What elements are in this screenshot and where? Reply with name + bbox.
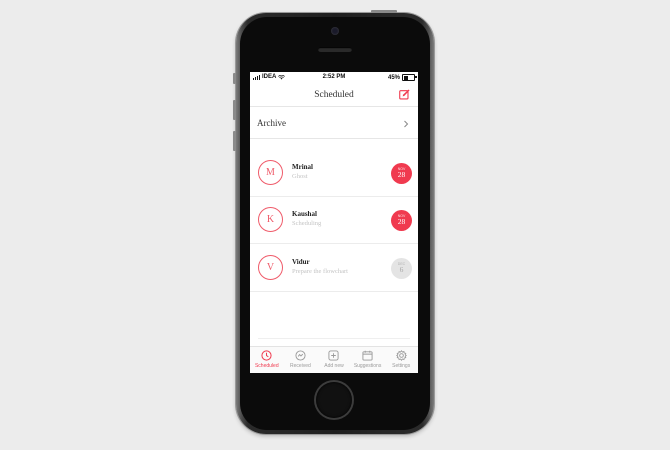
battery-status: 45%	[387, 74, 417, 81]
message-row[interactable]: V Vidur Prepare the flowchart DEC 6	[250, 245, 418, 292]
battery-icon	[402, 74, 417, 81]
tab-add-new[interactable]: Add new	[317, 347, 351, 373]
tab-label: Scheduled	[254, 363, 279, 369]
tab-suggestions[interactable]: Suggestions	[351, 347, 385, 373]
date-badge: NOV 28	[391, 163, 412, 184]
volume-down-button	[233, 131, 236, 151]
archive-label: Archive	[257, 118, 286, 128]
date-day: 28	[397, 170, 406, 179]
date-day: 6	[399, 265, 404, 274]
page-title: Scheduled	[314, 90, 354, 100]
list-divider	[258, 338, 410, 339]
contact-name: Vidur	[292, 258, 310, 266]
phone-device: IDEA 2:52 PM 45% Scheduled Archive M Mri…	[233, 10, 434, 434]
power-button	[371, 10, 397, 13]
volume-up-button	[233, 100, 236, 120]
tab-label: Received	[289, 363, 311, 369]
compose-icon[interactable]	[399, 89, 410, 100]
avatar: K	[258, 207, 283, 232]
front-camera	[331, 27, 339, 35]
navigation-bar: Scheduled	[250, 84, 418, 107]
calendar-icon	[362, 350, 373, 361]
tab-scheduled[interactable]: Scheduled	[250, 347, 284, 373]
avatar: V	[258, 255, 283, 280]
date-month: NOV	[397, 167, 406, 171]
plus-icon	[328, 350, 340, 361]
message-preview: Scheduling	[292, 220, 322, 227]
clock-icon	[261, 350, 272, 361]
inbox-icon	[295, 350, 306, 361]
tab-label: Settings	[392, 363, 411, 369]
tab-settings[interactable]: Settings	[384, 347, 418, 373]
contact-name: Kaushal	[292, 210, 317, 218]
archive-row[interactable]: Archive	[250, 110, 418, 139]
message-row[interactable]: M Mrinal Ghost NOV 28	[250, 150, 418, 197]
battery-percent: 45%	[387, 74, 400, 81]
chevron-right-icon	[404, 120, 409, 128]
message-preview: Ghost	[292, 173, 308, 180]
avatar: M	[258, 160, 283, 185]
message-preview: Prepare the flowchart	[292, 268, 348, 275]
date-badge: DEC 6	[391, 258, 412, 279]
tab-received[interactable]: Received	[284, 347, 318, 373]
app-screen: IDEA 2:52 PM 45% Scheduled Archive M Mri…	[250, 72, 418, 373]
date-month: DEC	[397, 262, 406, 266]
tab-label: Add new	[324, 363, 344, 369]
tab-label: Suggestions	[353, 363, 382, 369]
contact-name: Mrinal	[292, 163, 313, 171]
silent-switch	[233, 73, 236, 84]
date-badge: NOV 28	[391, 210, 412, 231]
home-button[interactable]	[316, 382, 352, 418]
date-month: NOV	[397, 214, 406, 218]
tab-bar: Scheduled Received Add new Suggestions S…	[250, 346, 418, 373]
earpiece-speaker	[318, 47, 352, 52]
message-row[interactable]: K Kaushal Scheduling NOV 28	[250, 197, 418, 244]
gear-icon	[395, 350, 407, 361]
date-day: 28	[397, 217, 406, 226]
status-bar: IDEA 2:52 PM 45%	[250, 72, 418, 83]
